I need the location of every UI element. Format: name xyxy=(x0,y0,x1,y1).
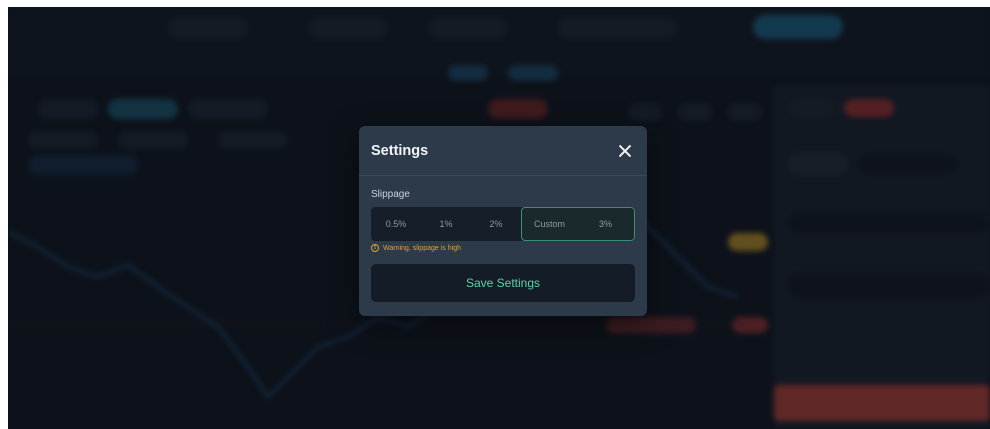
slippage-label: Slippage xyxy=(371,189,410,200)
slippage-option-0-5[interactable]: 0.5% xyxy=(371,207,421,241)
app-frame: Settings Slippage 0.5% 1% 2% Custom 3% !… xyxy=(8,7,990,429)
close-icon[interactable] xyxy=(615,141,635,161)
custom-slippage-input[interactable]: Custom 3% xyxy=(521,207,635,241)
slippage-options: 0.5% 1% 2% Custom 3% xyxy=(371,207,635,241)
slippage-option-1[interactable]: 1% xyxy=(421,207,471,241)
warning-text: Warning, slippage is high xyxy=(383,244,461,252)
slippage-warning: ! Warning, slippage is high xyxy=(371,244,461,252)
slippage-option-2[interactable]: 2% xyxy=(471,207,521,241)
settings-modal: Settings Slippage 0.5% 1% 2% Custom 3% !… xyxy=(359,126,647,316)
info-circle-icon: ! xyxy=(371,244,379,252)
modal-header: Settings xyxy=(359,126,647,176)
custom-label: Custom xyxy=(534,219,566,229)
custom-value: 3% xyxy=(598,219,612,229)
modal-title: Settings xyxy=(371,142,429,159)
save-settings-button[interactable]: Save Settings xyxy=(371,264,635,302)
